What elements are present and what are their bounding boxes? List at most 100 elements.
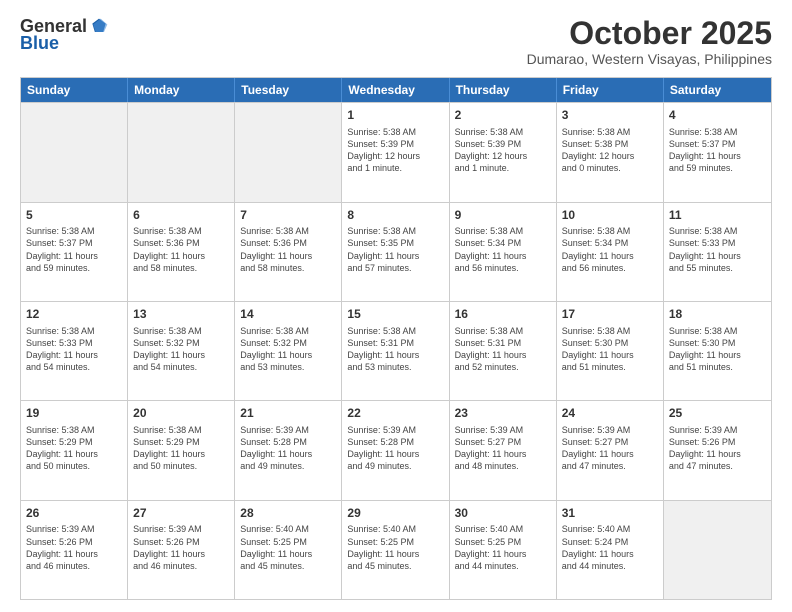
cell-info: Sunrise: 5:38 AM Sunset: 5:31 PM Dayligh…: [347, 325, 443, 374]
calendar-cell: 23Sunrise: 5:39 AM Sunset: 5:27 PM Dayli…: [450, 401, 557, 499]
calendar-cell: 21Sunrise: 5:39 AM Sunset: 5:28 PM Dayli…: [235, 401, 342, 499]
day-number: 5: [26, 207, 122, 224]
logo: General Blue: [20, 16, 109, 54]
calendar-cell: 17 Sunrise: 5:38 AM Sunset: 5:30 PM Dayli…: [557, 302, 664, 400]
day-number: 23: [455, 405, 551, 422]
cell-info: Sunrise: 5:40 AM Sunset: 5:25 PM Dayligh…: [240, 523, 336, 572]
day-number: 9: [455, 207, 551, 224]
calendar-cell: [128, 103, 235, 201]
logo-icon: [89, 17, 109, 37]
calendar-cell: [235, 103, 342, 201]
cell-info: Sunrise: 5:38 AM Sunset: 5:39 PM Dayligh…: [347, 126, 443, 175]
title-block: October 2025 Dumarao, Western Visayas, P…: [527, 16, 772, 67]
cell-info: Sunrise: 5:39 AM Sunset: 5:27 PM Dayligh…: [562, 424, 658, 473]
weekday-header: Wednesday: [342, 78, 449, 102]
calendar-cell: 26Sunrise: 5:39 AM Sunset: 5:26 PM Dayli…: [21, 501, 128, 599]
day-number: 3: [562, 107, 658, 124]
calendar-cell: 1 Sunrise: 5:38 AM Sunset: 5:39 PM Daylig…: [342, 103, 449, 201]
calendar-cell: 27Sunrise: 5:39 AM Sunset: 5:26 PM Dayli…: [128, 501, 235, 599]
cell-info: Sunrise: 5:38 AM Sunset: 5:31 PM Dayligh…: [455, 325, 551, 374]
cell-info: Sunrise: 5:38 AM Sunset: 5:32 PM Dayligh…: [240, 325, 336, 374]
calendar-cell: 24 Sunrise: 5:39 AM Sunset: 5:27 PM Dayli…: [557, 401, 664, 499]
calendar-cell: 15 Sunrise: 5:38 AM Sunset: 5:31 PM Dayli…: [342, 302, 449, 400]
day-number: 10: [562, 207, 658, 224]
cell-info: Sunrise: 5:38 AM Sunset: 5:30 PM Dayligh…: [562, 325, 658, 374]
cell-info: Sunrise: 5:39 AM Sunset: 5:26 PM Dayligh…: [133, 523, 229, 572]
day-number: 14: [240, 306, 336, 323]
cell-info: Sunrise: 5:38 AM Sunset: 5:29 PM Dayligh…: [26, 424, 122, 473]
day-number: 8: [347, 207, 443, 224]
calendar-cell: [664, 501, 771, 599]
cell-info: Sunrise: 5:40 AM Sunset: 5:24 PM Dayligh…: [562, 523, 658, 572]
cell-info: Sunrise: 5:38 AM Sunset: 5:36 PM Dayligh…: [133, 225, 229, 274]
day-number: 20: [133, 405, 229, 422]
cell-info: Sunrise: 5:38 AM Sunset: 5:38 PM Dayligh…: [562, 126, 658, 175]
day-number: 29: [347, 505, 443, 522]
calendar: SundayMondayTuesdayWednesdayThursdayFrid…: [20, 77, 772, 600]
weekday-header: Saturday: [664, 78, 771, 102]
calendar-cell: 16 Sunrise: 5:38 AM Sunset: 5:31 PM Dayli…: [450, 302, 557, 400]
weekday-header: Tuesday: [235, 78, 342, 102]
calendar-cell: 31Sunrise: 5:40 AM Sunset: 5:24 PM Dayli…: [557, 501, 664, 599]
calendar-cell: 29Sunrise: 5:40 AM Sunset: 5:25 PM Dayli…: [342, 501, 449, 599]
day-number: 16: [455, 306, 551, 323]
calendar-header: SundayMondayTuesdayWednesdayThursdayFrid…: [21, 78, 771, 102]
calendar-cell: 12Sunrise: 5:38 AM Sunset: 5:33 PM Dayli…: [21, 302, 128, 400]
calendar-cell: 18 Sunrise: 5:38 AM Sunset: 5:30 PM Dayli…: [664, 302, 771, 400]
day-number: 18: [669, 306, 766, 323]
calendar-cell: 28Sunrise: 5:40 AM Sunset: 5:25 PM Dayli…: [235, 501, 342, 599]
cell-info: Sunrise: 5:39 AM Sunset: 5:28 PM Dayligh…: [240, 424, 336, 473]
cell-info: Sunrise: 5:38 AM Sunset: 5:33 PM Dayligh…: [26, 325, 122, 374]
day-number: 27: [133, 505, 229, 522]
calendar-cell: 19 Sunrise: 5:38 AM Sunset: 5:29 PM Dayli…: [21, 401, 128, 499]
calendar-row: 26Sunrise: 5:39 AM Sunset: 5:26 PM Dayli…: [21, 500, 771, 599]
calendar-cell: 7Sunrise: 5:38 AM Sunset: 5:36 PM Daylig…: [235, 203, 342, 301]
calendar-body: 1 Sunrise: 5:38 AM Sunset: 5:39 PM Daylig…: [21, 102, 771, 599]
cell-info: Sunrise: 5:38 AM Sunset: 5:37 PM Dayligh…: [669, 126, 766, 175]
day-number: 6: [133, 207, 229, 224]
cell-info: Sunrise: 5:38 AM Sunset: 5:36 PM Dayligh…: [240, 225, 336, 274]
cell-info: Sunrise: 5:40 AM Sunset: 5:25 PM Dayligh…: [347, 523, 443, 572]
day-number: 22: [347, 405, 443, 422]
month-title: October 2025: [527, 16, 772, 51]
cell-info: Sunrise: 5:38 AM Sunset: 5:34 PM Dayligh…: [455, 225, 551, 274]
weekday-header: Friday: [557, 78, 664, 102]
day-number: 30: [455, 505, 551, 522]
cell-info: Sunrise: 5:38 AM Sunset: 5:30 PM Dayligh…: [669, 325, 766, 374]
weekday-header: Thursday: [450, 78, 557, 102]
cell-info: Sunrise: 5:38 AM Sunset: 5:39 PM Dayligh…: [455, 126, 551, 175]
calendar-cell: 20 Sunrise: 5:38 AM Sunset: 5:29 PM Dayli…: [128, 401, 235, 499]
calendar-cell: 3 Sunrise: 5:38 AM Sunset: 5:38 PM Daylig…: [557, 103, 664, 201]
cell-info: Sunrise: 5:39 AM Sunset: 5:26 PM Dayligh…: [26, 523, 122, 572]
calendar-page: General Blue October 2025 Dumarao, Weste…: [0, 0, 792, 612]
day-number: 25: [669, 405, 766, 422]
cell-info: Sunrise: 5:38 AM Sunset: 5:37 PM Dayligh…: [26, 225, 122, 274]
weekday-header: Monday: [128, 78, 235, 102]
calendar-cell: 13Sunrise: 5:38 AM Sunset: 5:32 PM Dayli…: [128, 302, 235, 400]
calendar-cell: 2 Sunrise: 5:38 AM Sunset: 5:39 PM Daylig…: [450, 103, 557, 201]
cell-info: Sunrise: 5:38 AM Sunset: 5:35 PM Dayligh…: [347, 225, 443, 274]
page-header: General Blue October 2025 Dumarao, Weste…: [20, 16, 772, 67]
calendar-cell: 30Sunrise: 5:40 AM Sunset: 5:25 PM Dayli…: [450, 501, 557, 599]
day-number: 31: [562, 505, 658, 522]
day-number: 2: [455, 107, 551, 124]
day-number: 17: [562, 306, 658, 323]
cell-info: Sunrise: 5:40 AM Sunset: 5:25 PM Dayligh…: [455, 523, 551, 572]
day-number: 26: [26, 505, 122, 522]
calendar-cell: 11Sunrise: 5:38 AM Sunset: 5:33 PM Dayli…: [664, 203, 771, 301]
day-number: 7: [240, 207, 336, 224]
cell-info: Sunrise: 5:39 AM Sunset: 5:26 PM Dayligh…: [669, 424, 766, 473]
cell-info: Sunrise: 5:38 AM Sunset: 5:32 PM Dayligh…: [133, 325, 229, 374]
day-number: 24: [562, 405, 658, 422]
calendar-cell: 22Sunrise: 5:39 AM Sunset: 5:28 PM Dayli…: [342, 401, 449, 499]
calendar-cell: 10Sunrise: 5:38 AM Sunset: 5:34 PM Dayli…: [557, 203, 664, 301]
day-number: 1: [347, 107, 443, 124]
day-number: 19: [26, 405, 122, 422]
day-number: 15: [347, 306, 443, 323]
calendar-cell: 25 Sunrise: 5:39 AM Sunset: 5:26 PM Dayli…: [664, 401, 771, 499]
weekday-header: Sunday: [21, 78, 128, 102]
cell-info: Sunrise: 5:38 AM Sunset: 5:29 PM Dayligh…: [133, 424, 229, 473]
calendar-cell: 6Sunrise: 5:38 AM Sunset: 5:36 PM Daylig…: [128, 203, 235, 301]
day-number: 4: [669, 107, 766, 124]
logo-blue: Blue: [20, 33, 59, 54]
